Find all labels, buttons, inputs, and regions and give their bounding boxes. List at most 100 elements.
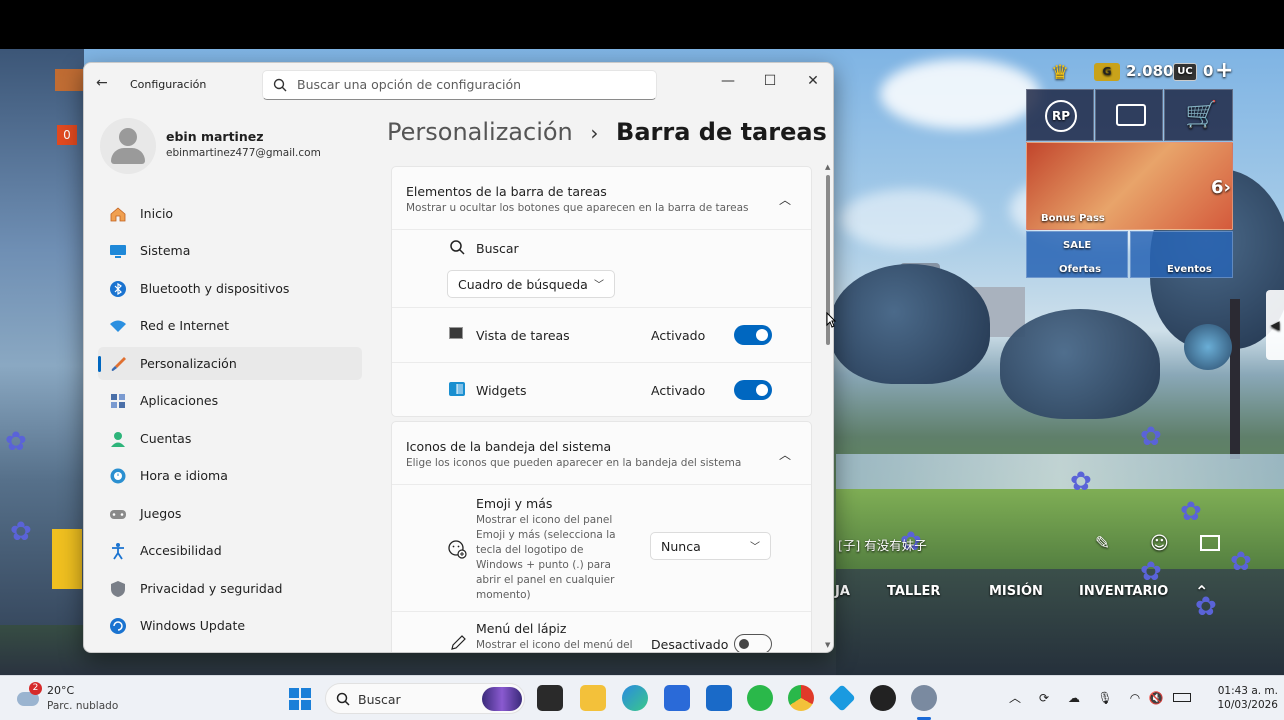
sidebar-item-privacidad[interactable]: Privacidad y seguridad [98,572,362,605]
emoji-dropdown[interactable]: Nunca ﹀ [650,532,771,560]
bp-coin-count: 2.080 [1126,62,1174,80]
search-icon [273,78,287,92]
sidebar-item-aplicaciones[interactable]: Aplicaciones [98,384,362,417]
back-button[interactable]: ← [96,75,116,95]
page-title: Barra de tareas [616,118,827,146]
chevron-up-icon[interactable]: ︿ [779,191,791,207]
search-input[interactable] [297,77,647,92]
battery-icon[interactable] [1173,690,1193,706]
sidebar-item-personalizacion[interactable]: Personalización [98,347,362,380]
cloud-icon[interactable]: ☁ [1066,690,1082,706]
sidebar-item-label: Sistema [140,243,191,258]
windows-logo-icon [289,688,311,710]
pen-menu-toggle[interactable] [734,634,772,652]
sidebar-item-cuentas[interactable]: Cuentas [98,422,362,455]
game-app-icon[interactable] [870,685,896,711]
chrome-icon[interactable] [788,685,814,711]
screen-icon[interactable] [1200,535,1220,551]
divider [392,611,811,612]
taskbar-items-title: Elementos de la barra de tareas [406,184,607,199]
sidebar-item-hora-idioma[interactable]: Hora e idioma [98,459,362,492]
menu-expand-icon[interactable]: ⌃ [1195,582,1208,601]
emoji-label: Emoji y más [476,496,553,511]
weather-widget[interactable]: 2 20°C Parc. nublado [15,682,125,716]
start-button[interactable] [289,688,311,710]
task-view-icon [449,327,463,339]
task-view-taskbar-icon[interactable] [537,685,563,711]
file-explorer-icon[interactable] [580,685,606,711]
clock-time: 01:43 a. m. [1217,685,1278,697]
taskbar-search[interactable]: Buscar [325,683,525,714]
add-uc-button[interactable]: + [1215,58,1233,83]
shop-cart-button[interactable]: 🛒 [1164,89,1233,141]
profile-email: ebinmartinez477@gmail.com [166,147,321,159]
game-left-strip: 0 ✿ ✿ [0,49,84,625]
search-mode-value: Cuadro de búsqueda [458,277,588,292]
sidebar-item-label: Privacidad y seguridad [140,581,283,596]
app-title: Configuración [130,78,207,91]
profile-card[interactable]: ebin martinez ebinmartinez477@gmail.com [100,115,360,175]
bonus-pass-banner[interactable]: Bonus Pass 6› [1026,142,1233,230]
rp-button[interactable]: RP [1026,89,1094,141]
crate-button[interactable] [1095,89,1163,141]
close-button[interactable]: ✕ [793,67,833,95]
menu-partial[interactable]: JA [835,584,850,599]
menu-mision[interactable]: MISIÓN [989,584,1043,599]
outlook-icon[interactable] [706,685,732,711]
sidebar-item-juegos[interactable]: Juegos [98,497,362,530]
sidebar-item-inicio[interactable]: Inicio [98,197,362,230]
sidebar-item-sistema[interactable]: Sistema [98,234,362,267]
settings-app-icon[interactable] [911,685,937,711]
tray-icons-header[interactable]: Iconos de la bandeja del sistema Elige l… [392,422,811,484]
brush-icon [108,354,128,374]
pen-menu-state: Desactivado [651,637,729,652]
sidebar-item-red[interactable]: Red e Internet [98,309,362,342]
scroll-up-icon[interactable]: ▲ [825,163,830,171]
profile-name: ebin martinez [166,129,264,144]
chevron-up-icon[interactable]: ︿ [779,446,791,462]
uc-icon: UC [1173,63,1197,81]
side-panel-toggle[interactable]: ◀ [1266,290,1284,360]
eventos-button[interactable]: Eventos [1130,231,1233,278]
sidebar-item-bluetooth[interactable]: Bluetooth y dispositivos [98,272,362,305]
sidebar-item-label: Juegos [140,506,182,521]
widgets-toggle[interactable] [734,380,772,400]
sidebar-item-windows-update[interactable]: Windows Update [98,609,362,642]
clock[interactable]: 01:43 a. m. 10/03/2026 [1200,682,1278,716]
wifi-tray-icon[interactable]: ◠ [1127,690,1143,706]
maximize-button[interactable]: ☐ [750,67,790,95]
scroll-down-icon[interactable]: ▼ [825,641,830,649]
taskbar-items-header[interactable]: Elementos de la barra de tareas Mostrar … [392,167,811,229]
sale-label: SALE [1063,240,1092,251]
search-mode-dropdown[interactable]: Cuadro de búsqueda ﹀ [447,270,615,298]
store-icon[interactable] [664,685,690,711]
widgets-label: Widgets [476,383,527,398]
minimize-button[interactable]: — [708,67,748,95]
edit-icon[interactable]: ✎ [1095,533,1110,554]
bluetooth-icon [108,279,128,299]
menu-inventario[interactable]: INVENTARIO [1079,584,1168,599]
scrollbar[interactable]: ▲ ▼ [825,163,831,651]
microphone-icon[interactable]: 🎙 [1097,690,1113,706]
game-launcher-icon[interactable] [828,684,856,712]
sidebar-item-accesibilidad[interactable]: Accesibilidad [98,534,362,567]
sidebar-item-label: Accesibilidad [140,543,222,558]
emote-icon[interactable]: ☺ [1150,533,1169,554]
sync-icon[interactable]: ⟳ [1036,690,1052,706]
settings-search-box[interactable] [262,70,657,100]
next-arrow-icon: 6› [1211,177,1231,198]
weather-temp: 20°C [47,684,75,697]
screen: ✿ ✿ ✿ ✿ ✿ ✿ ✿ 0 ✿ ✿ ♛ G 2.080 UC 0 + RP … [0,0,1284,720]
taskbar-items-card: Elementos de la barra de tareas Mostrar … [391,166,812,417]
emoji-icon [448,540,467,559]
chevron-up-icon[interactable]: ︿ [1007,690,1023,706]
breadcrumb-parent[interactable]: Personalización [387,118,573,146]
character-avatar[interactable] [1184,324,1232,370]
breadcrumb: Personalización › Barra de tareas [387,118,827,146]
volume-muted-icon[interactable]: 🔇 [1148,690,1164,706]
menu-taller[interactable]: TALLER [887,584,940,599]
ofertas-button[interactable]: SALE Ofertas [1026,231,1128,278]
edge-icon[interactable] [622,685,648,711]
whatsapp-icon[interactable] [747,685,773,711]
task-view-toggle[interactable] [734,325,772,345]
